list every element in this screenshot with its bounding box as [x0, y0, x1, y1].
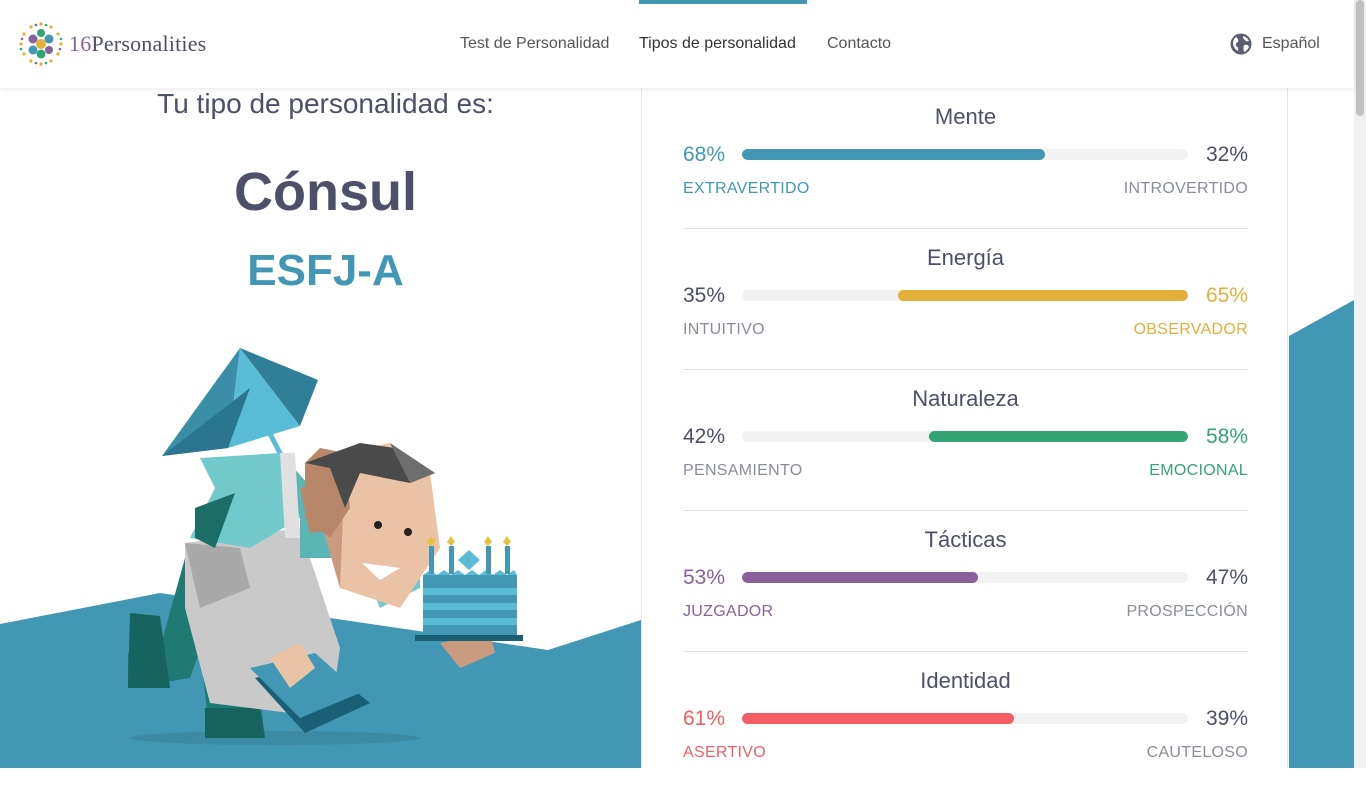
language-label: Español — [1262, 35, 1320, 52]
trait-left-percent: 35% — [683, 284, 726, 307]
trait-right-label: CAUTELOSO — [1146, 744, 1248, 761]
result-panel: Tu tipo de personalidad es: Cónsul ESFJ-… — [0, 88, 641, 768]
logo-dots-icon — [19, 22, 63, 66]
personality-type-name: Cónsul — [234, 162, 417, 222]
trait-left-label: ASERTIVO — [683, 744, 767, 761]
trait-right-label: EMOCIONAL — [1149, 462, 1248, 479]
trait-right-percent: 39% — [1205, 707, 1248, 730]
trait-right-percent: 58% — [1205, 425, 1248, 448]
nav-item-test[interactable]: Test de Personalidad — [460, 35, 609, 53]
trait-left-percent: 53% — [683, 566, 726, 589]
trait-bar-fill — [742, 149, 1046, 160]
side-wave — [1289, 300, 1354, 768]
trait-right-label: OBSERVADOR — [1133, 321, 1248, 338]
trait-mind: Mente 68% 32% EXTRAVERTIDO INTROVERTIDO — [683, 88, 1248, 229]
trait-nature: Naturaleza 42% 58% PENSAMIENTO EMOCIONAL — [683, 370, 1248, 511]
nav-item-contact[interactable]: Contacto — [827, 35, 891, 53]
trait-title: Naturaleza — [912, 386, 1019, 411]
trait-right-percent: 32% — [1205, 143, 1248, 166]
trait-bar — [742, 572, 1188, 583]
trait-bar — [742, 290, 1188, 301]
logo-name: Personalities — [91, 31, 207, 56]
trait-left-label: JUZGADOR — [683, 603, 774, 620]
trait-identity: Identidad 61% 39% ASERTIVO CAUTELOSO — [683, 652, 1248, 793]
trait-left-label: PENSAMIENTO — [683, 462, 803, 479]
site-header: 16Personalities Test de Personalidad Tip… — [0, 0, 1354, 88]
trait-tactics: Tácticas 53% 47% JUZGADOR PROSPECCIÓN — [683, 511, 1248, 652]
consul-illustration — [128, 348, 523, 745]
trait-bar — [742, 149, 1188, 160]
trait-left-label: INTUITIVO — [683, 321, 765, 338]
trait-title: Tácticas — [924, 527, 1007, 552]
trait-right-label: PROSPECCIÓN — [1126, 603, 1248, 620]
trait-title: Mente — [934, 104, 997, 129]
personality-type-code: ESFJ-A — [247, 246, 404, 295]
trait-bar-fill — [742, 713, 1015, 724]
nav-item-types[interactable]: Tipos de personalidad — [639, 35, 796, 53]
trait-right-label: INTROVERTIDO — [1123, 180, 1248, 197]
trait-left-label: EXTRAVERTIDO — [683, 180, 810, 197]
trait-left-percent: 42% — [683, 425, 726, 448]
trait-left-percent: 68% — [683, 143, 726, 166]
trait-bar — [742, 431, 1188, 442]
logo-wordmark: 16Personalities — [69, 31, 206, 57]
trait-left-percent: 61% — [683, 707, 726, 730]
trait-energy: Energía 35% 65% INTUITIVO OBSERVADOR — [683, 229, 1248, 370]
trait-bar-fill — [929, 431, 1188, 442]
trait-title: Identidad — [920, 668, 1011, 693]
trait-bar — [742, 713, 1188, 724]
trait-bar-fill — [742, 572, 979, 583]
scrollbar-thumb[interactable] — [1356, 0, 1364, 116]
site-logo[interactable]: 16Personalities — [19, 22, 206, 66]
language-selector[interactable]: Español — [1230, 33, 1320, 55]
result-intro: Tu tipo de personalidad es: — [157, 88, 494, 119]
globe-icon — [1230, 33, 1252, 55]
page-scrollbar[interactable] — [1354, 0, 1366, 768]
logo-number: 16 — [69, 31, 92, 56]
trait-right-percent: 47% — [1205, 566, 1248, 589]
trait-title: Energía — [926, 245, 1005, 270]
trait-right-percent: 65% — [1205, 284, 1248, 307]
nav-active-indicator — [639, 0, 807, 4]
trait-bar-fill — [898, 290, 1188, 301]
